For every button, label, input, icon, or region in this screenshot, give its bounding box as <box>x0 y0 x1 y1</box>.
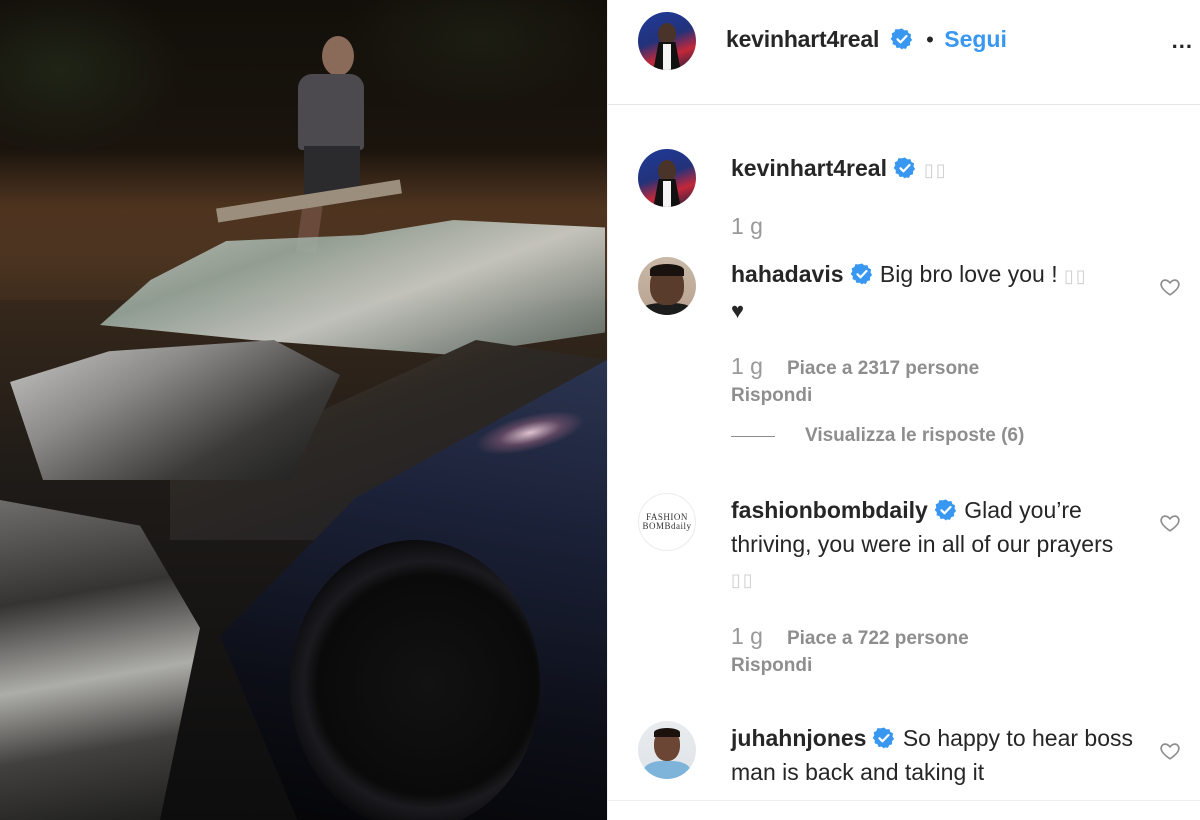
photo-debris <box>0 500 200 820</box>
heart-outline-icon[interactable] <box>1159 740 1181 762</box>
caption-time[interactable]: 1 g <box>731 213 763 239</box>
reply-button[interactable]: Rispondi <box>731 655 812 677</box>
heart-outline-icon[interactable] <box>1159 276 1181 298</box>
heart-emoji: ♥ <box>731 298 745 323</box>
divider <box>608 800 1200 801</box>
post-header: kevinhart4real • Segui ... <box>608 0 1200 105</box>
avatar[interactable] <box>638 12 696 70</box>
header-username[interactable]: kevinhart4real <box>726 26 879 52</box>
avatar-shirt <box>663 181 671 207</box>
more-options-icon[interactable]: ... <box>1172 28 1193 54</box>
missing-emoji-glyph: ▯▯ <box>731 570 755 590</box>
comment-text: fashionbombdaily Glad you’re thriving, y… <box>731 493 1136 597</box>
avatar[interactable]: FASHION BOMBdaily <box>638 493 696 551</box>
comment-text: juhahnjones So happy to hear boss man is… <box>731 721 1136 789</box>
instagram-post: kevinhart4real • Segui ... kevinhart4rea… <box>0 0 1200 820</box>
avatar-shirt <box>663 44 671 70</box>
avatar-face <box>658 160 676 182</box>
avatar[interactable] <box>638 257 696 315</box>
avatar-face <box>658 23 676 45</box>
comment-time[interactable]: 1 g <box>731 353 763 379</box>
comment-likes[interactable]: Piace a 722 persone <box>787 628 969 649</box>
photo-engine <box>10 340 340 480</box>
post-side-panel: kevinhart4real • Segui ... kevinhart4rea… <box>607 0 1200 820</box>
caption-meta: 1 g <box>731 213 787 240</box>
follow-button[interactable]: Segui <box>944 26 1007 52</box>
view-replies-button[interactable]: Visualizza le risposte (6) <box>731 425 1024 447</box>
avatar-hair <box>654 728 680 737</box>
comment-username[interactable]: juhahnjones <box>731 725 866 751</box>
comment-username[interactable]: hahadavis <box>731 261 844 287</box>
heart-outline-icon[interactable] <box>1159 512 1181 534</box>
verified-badge-icon <box>893 157 916 179</box>
comment-time[interactable]: 1 g <box>731 623 763 649</box>
replies-line <box>731 435 775 437</box>
verified-badge-icon <box>873 727 895 749</box>
verified-badge-icon <box>850 263 872 285</box>
caption-text: kevinhart4real ▯▯ <box>731 151 1136 187</box>
avatar-shirt <box>644 761 690 779</box>
header-separator-dot: • <box>926 27 934 52</box>
avatar-hair <box>650 264 684 276</box>
avatar-logo: FASHION BOMBdaily <box>642 512 692 531</box>
avatar[interactable] <box>638 721 696 779</box>
verified-badge-icon <box>934 499 956 521</box>
comment-meta: 1 g Piace a 722 persone <box>731 623 969 650</box>
header-user-line: kevinhart4real • Segui <box>726 26 1007 53</box>
photo-person-head <box>322 36 354 76</box>
verified-badge-icon <box>890 28 912 50</box>
photo-person-body <box>298 74 364 150</box>
photo-wheel <box>290 540 540 820</box>
avatar[interactable] <box>638 149 696 207</box>
comment-meta: 1 g Piace a 2317 persone <box>731 353 979 380</box>
caption-username[interactable]: kevinhart4real <box>731 155 887 181</box>
missing-emoji-glyph: ▯▯ <box>1064 266 1088 286</box>
comment-text: hahadavis Big bro love you ! ▯▯ ♥ <box>731 257 1136 328</box>
reply-button[interactable]: Rispondi <box>731 385 812 407</box>
view-replies-label: Visualizza le risposte (6) <box>805 425 1025 446</box>
comment-username[interactable]: fashionbombdaily <box>731 497 928 523</box>
comment-likes[interactable]: Piace a 2317 persone <box>787 358 979 379</box>
comment-body: Big bro love you ! <box>879 261 1064 287</box>
missing-emoji-glyph: ▯▯ <box>916 160 948 180</box>
post-photo[interactable] <box>0 0 607 820</box>
